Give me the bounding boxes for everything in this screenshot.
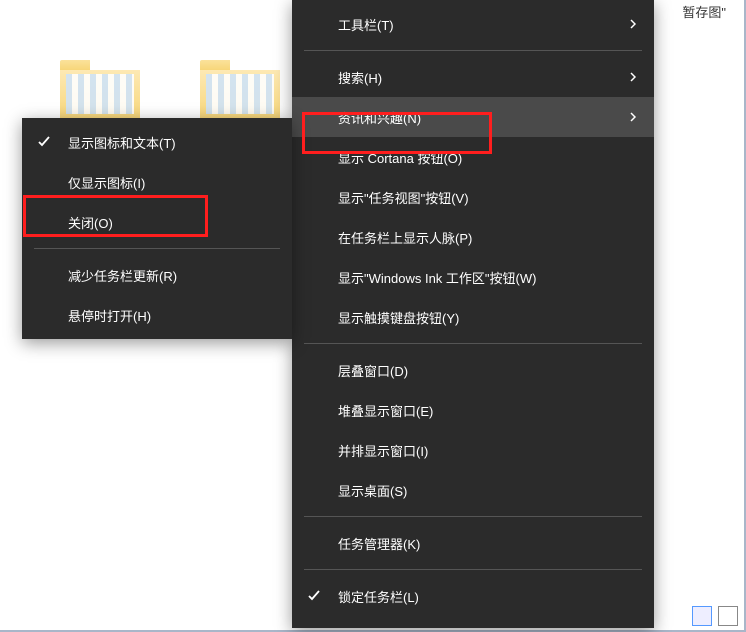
menu-item-label: 显示 Cortana 按钮(O) xyxy=(338,148,462,167)
submenu-item-reduce-updates[interactable]: 减少任务栏更新(R) xyxy=(22,255,292,295)
menu-item-side-by-side[interactable]: 并排显示窗口(I) xyxy=(292,430,654,470)
menu-item-cascade[interactable]: 层叠窗口(D) xyxy=(292,350,654,390)
chevron-right-icon xyxy=(626,70,640,84)
submenu-item-open-on-hover[interactable]: 悬停时打开(H) xyxy=(22,295,292,335)
menu-item-task-view[interactable]: 显示"任务视图"按钮(V) xyxy=(292,177,654,217)
separator xyxy=(34,248,280,249)
menu-item-people[interactable]: 在任务栏上显示人脉(P) xyxy=(292,217,654,257)
submenu-item-icon-only[interactable]: 仅显示图标(I) xyxy=(22,162,292,202)
menu-item-label: 悬停时打开(H) xyxy=(68,306,151,325)
chevron-right-icon xyxy=(626,17,640,31)
menu-item-windows-ink[interactable]: 显示"Windows Ink 工作区"按钮(W) xyxy=(292,257,654,297)
separator xyxy=(304,516,642,517)
menu-item-label: 并排显示窗口(I) xyxy=(338,441,428,460)
folder-icon[interactable] xyxy=(60,60,140,120)
menu-item-label: 显示桌面(S) xyxy=(338,481,407,500)
check-icon xyxy=(36,134,52,150)
menu-item-search[interactable]: 搜索(H) xyxy=(292,57,654,97)
submenu-item-icon-and-text[interactable]: 显示图标和文本(T) xyxy=(22,122,292,162)
menu-item-toolbars[interactable]: 工具栏(T) xyxy=(292,4,654,44)
menu-item-label: 堆叠显示窗口(E) xyxy=(338,401,433,420)
menu-item-label: 锁定任务栏(L) xyxy=(338,587,419,606)
menu-item-label: 在任务栏上显示人脉(P) xyxy=(338,228,472,247)
menu-item-label: 显示图标和文本(T) xyxy=(68,133,176,152)
separator xyxy=(304,343,642,344)
menu-item-touch-keyboard[interactable]: 显示触摸键盘按钮(Y) xyxy=(292,297,654,337)
news-interests-submenu: 显示图标和文本(T) 仅显示图标(I) 关闭(O) 减少任务栏更新(R) 悬停时… xyxy=(22,118,292,339)
check-icon xyxy=(306,588,322,604)
menu-item-label: 资讯和兴趣(N) xyxy=(338,108,421,127)
menu-item-label: 任务管理器(K) xyxy=(338,534,420,553)
menu-item-label: 减少任务栏更新(R) xyxy=(68,266,177,285)
folder-icon[interactable] xyxy=(200,60,280,120)
view-mode-icons xyxy=(692,606,738,626)
chevron-right-icon xyxy=(626,110,640,124)
menu-item-stacked[interactable]: 堆叠显示窗口(E) xyxy=(292,390,654,430)
menu-item-label: 工具栏(T) xyxy=(338,15,394,34)
view-icon[interactable] xyxy=(692,606,712,626)
menu-item-news-interests[interactable]: 资讯和兴趣(N) xyxy=(292,97,654,137)
menu-item-cortana[interactable]: 显示 Cortana 按钮(O) xyxy=(292,137,654,177)
menu-item-label: 仅显示图标(I) xyxy=(68,173,145,192)
menu-item-label: 显示"任务视图"按钮(V) xyxy=(338,188,469,207)
top-text-fragment: 暂存图" xyxy=(682,2,726,21)
menu-item-label: 关闭(O) xyxy=(68,213,113,232)
menu-item-show-desktop[interactable]: 显示桌面(S) xyxy=(292,470,654,510)
view-icon[interactable] xyxy=(718,606,738,626)
menu-item-label: 搜索(H) xyxy=(338,68,382,87)
menu-item-label: 显示"Windows Ink 工作区"按钮(W) xyxy=(338,268,536,287)
menu-item-task-manager[interactable]: 任务管理器(K) xyxy=(292,523,654,563)
separator xyxy=(304,50,642,51)
separator xyxy=(304,569,642,570)
menu-item-lock-taskbar[interactable]: 锁定任务栏(L) xyxy=(292,576,654,616)
submenu-item-close[interactable]: 关闭(O) xyxy=(22,202,292,242)
taskbar-context-menu: 工具栏(T) 搜索(H) 资讯和兴趣(N) 显示 Cortana 按钮(O) 显… xyxy=(292,0,654,628)
menu-item-label: 显示触摸键盘按钮(Y) xyxy=(338,308,459,327)
menu-item-label: 层叠窗口(D) xyxy=(338,361,408,380)
